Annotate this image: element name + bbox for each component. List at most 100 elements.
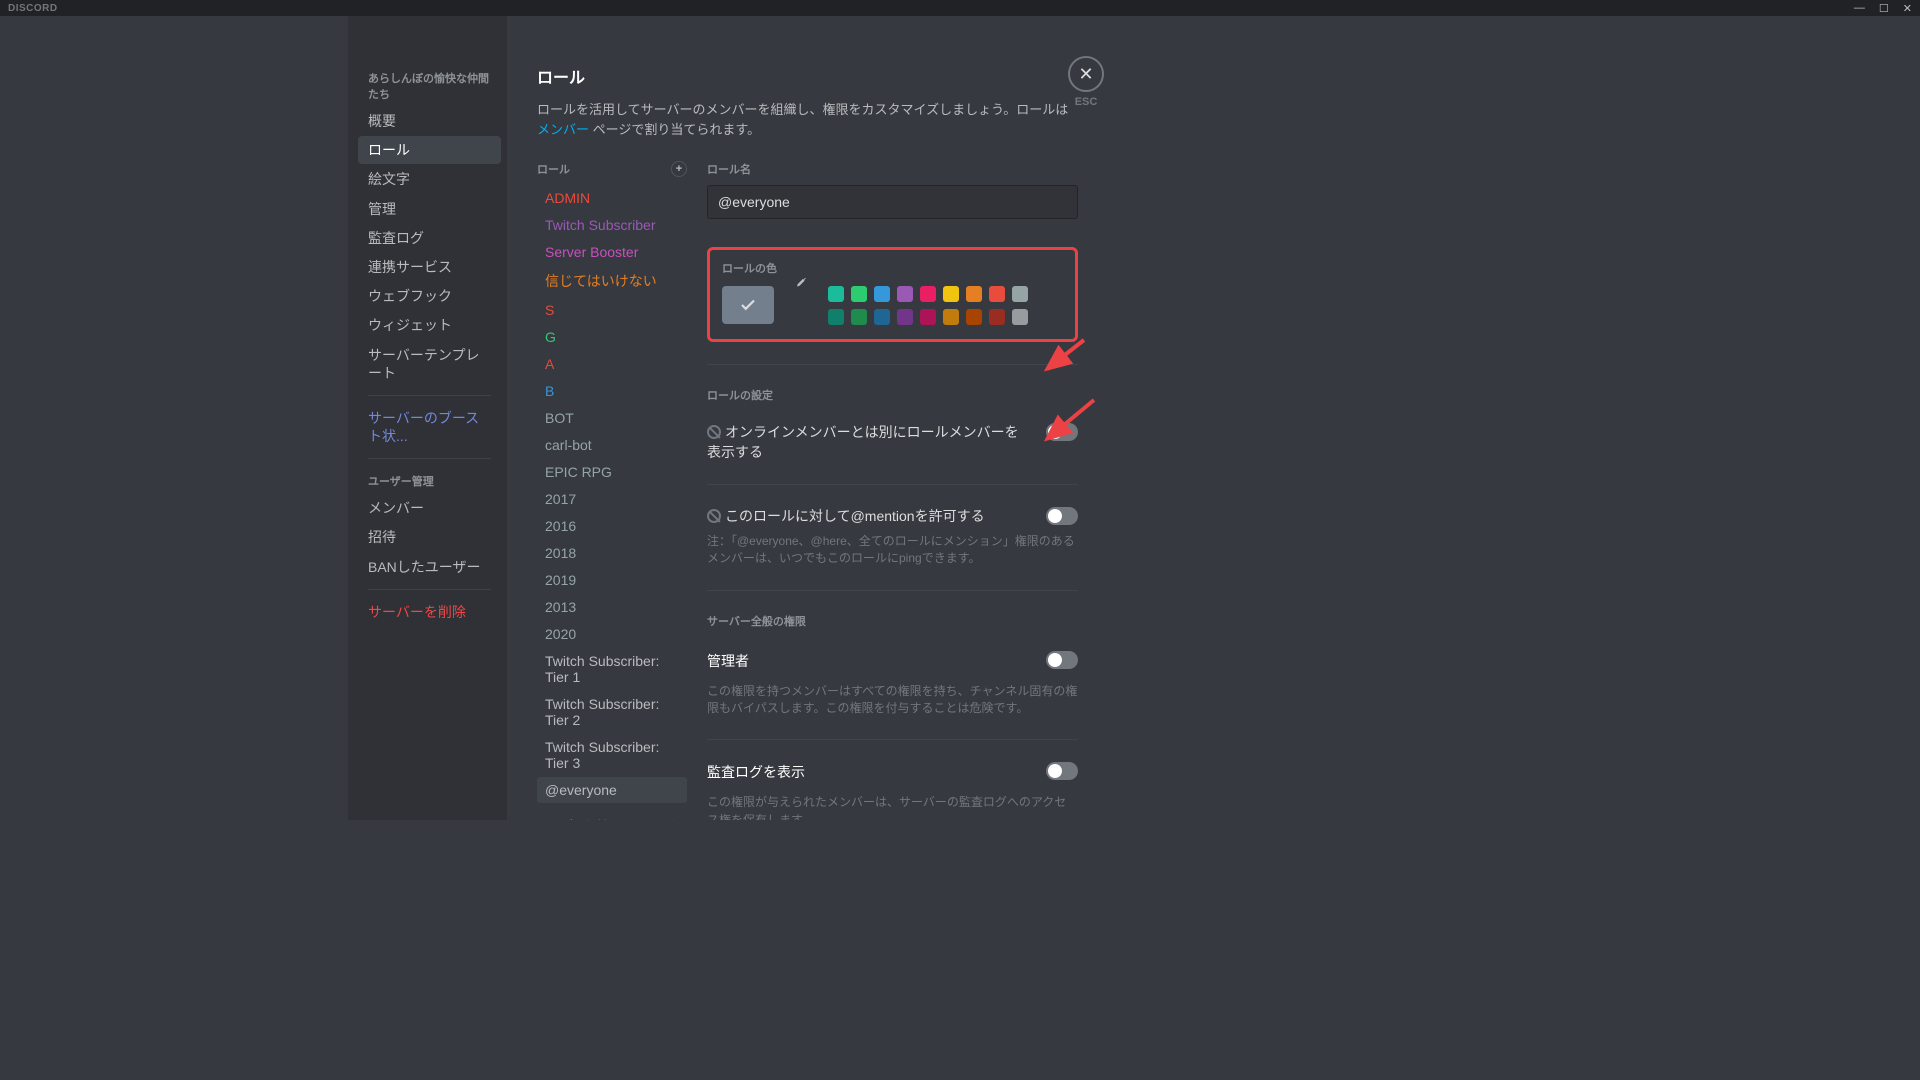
- titlebar: DISCORD — ☐ ✕: [0, 0, 1920, 16]
- role-item[interactable]: G: [537, 324, 687, 350]
- general-permissions-label: サーバー全般の権限: [707, 613, 1078, 629]
- role-item[interactable]: A: [537, 351, 687, 377]
- color-swatch[interactable]: [897, 286, 913, 302]
- allow-mention-toggle[interactable]: [1046, 507, 1078, 525]
- role-item[interactable]: 2019: [537, 567, 687, 593]
- sidebar-item-1[interactable]: ロール: [358, 136, 501, 164]
- sidebar-item-4[interactable]: 監査ログ: [358, 224, 501, 252]
- members-link[interactable]: メンバー: [537, 122, 589, 137]
- sidebar-user-item-2[interactable]: BANしたユーザー: [358, 553, 501, 581]
- page-description: ロールを活用してサーバーのメンバーを組織し、権限をカスタマイズしましょう。ロール…: [537, 100, 1078, 139]
- sidebar-item-7[interactable]: ウィジェット: [358, 311, 501, 339]
- role-name-label: ロール名: [707, 161, 1078, 177]
- add-role-button[interactable]: +: [671, 161, 687, 177]
- color-swatch[interactable]: [828, 286, 844, 302]
- permission-title: 管理者: [707, 651, 749, 671]
- display-separately-toggle[interactable]: [1046, 423, 1078, 441]
- color-swatch[interactable]: [828, 309, 844, 325]
- color-swatch[interactable]: [943, 309, 959, 325]
- role-item[interactable]: 2017: [537, 486, 687, 512]
- role-item[interactable]: ADMIN: [537, 185, 687, 211]
- server-name-header: あらしんぼの愉快な仲間たち: [358, 64, 501, 106]
- page-title: ロール: [537, 64, 1078, 88]
- sidebar-item-8[interactable]: サーバーテンプレート: [358, 341, 501, 387]
- current-color-swatch[interactable]: [722, 286, 774, 324]
- allow-mention-setting: このロールに対して@mentionを許可する: [707, 507, 1078, 527]
- color-swatch[interactable]: [1012, 286, 1028, 302]
- maximize-button[interactable]: ☐: [1879, 2, 1889, 15]
- role-list-header: ロール: [537, 161, 570, 177]
- permission-item: 監査ログを表示この権限が与えられたメンバーは、サーバーの監査ログへのアクセス権を…: [707, 762, 1078, 820]
- color-swatch[interactable]: [966, 286, 982, 302]
- color-swatch[interactable]: [989, 286, 1005, 302]
- disabled-icon: [707, 509, 721, 523]
- role-item[interactable]: B: [537, 378, 687, 404]
- close-window-button[interactable]: ✕: [1903, 2, 1912, 15]
- sidebar-item-6[interactable]: ウェブフック: [358, 282, 501, 310]
- role-order-note: メンバーには、このリストに割り当てられている最も高いロールの色が適用されます。ド…: [537, 817, 687, 820]
- permission-title: 監査ログを表示: [707, 762, 805, 782]
- close-icon: ✕: [1068, 56, 1104, 92]
- role-settings-label: ロールの設定: [707, 387, 1078, 403]
- role-item[interactable]: S: [537, 297, 687, 323]
- permission-toggle[interactable]: [1046, 651, 1078, 669]
- role-item[interactable]: @everyone: [537, 777, 687, 803]
- window-controls: — ☐ ✕: [1854, 2, 1912, 15]
- role-name-input[interactable]: [707, 185, 1078, 219]
- app-logo: DISCORD: [8, 3, 58, 14]
- sidebar-user-item-0[interactable]: メンバー: [358, 494, 501, 522]
- sidebar-item-5[interactable]: 連携サービス: [358, 253, 501, 281]
- color-swatch[interactable]: [897, 309, 913, 325]
- sidebar-separator: [368, 589, 491, 590]
- role-item[interactable]: 2016: [537, 513, 687, 539]
- color-swatch[interactable]: [851, 286, 867, 302]
- color-swatch[interactable]: [874, 309, 890, 325]
- display-separately-setting: オンラインメンバーとは別にロールメンバーを表示する: [707, 423, 1078, 462]
- permission-description: この権限が与えられたメンバーは、サーバーの監査ログへのアクセス権を保有します。: [707, 794, 1078, 820]
- role-item[interactable]: 2013: [537, 594, 687, 620]
- role-item[interactable]: Twitch Subscriber: Tier 3: [537, 734, 687, 776]
- role-item[interactable]: carl-bot: [537, 432, 687, 458]
- role-detail-column: ロール名 ロールの色 ロールの設: [707, 161, 1078, 820]
- role-item[interactable]: 2020: [537, 621, 687, 647]
- color-swatch[interactable]: [851, 309, 867, 325]
- permission-toggle[interactable]: [1046, 762, 1078, 780]
- permission-description: この権限を持つメンバーはすべての権限を持ち、チャンネル固有の権限もバイパスします…: [707, 683, 1078, 718]
- role-item[interactable]: 信じてはいけない: [537, 266, 687, 296]
- delete-server-button[interactable]: サーバーを削除: [358, 598, 501, 626]
- role-color-section-highlight: ロールの色: [707, 247, 1078, 342]
- permission-item: 管理者この権限を持つメンバーはすべての権限を持ち、チャンネル固有の権限もバイパス…: [707, 651, 1078, 741]
- role-item[interactable]: BOT: [537, 405, 687, 431]
- disabled-icon: [707, 425, 721, 439]
- sidebar-item-3[interactable]: 管理: [358, 195, 501, 223]
- sidebar-item-2[interactable]: 絵文字: [358, 165, 501, 193]
- role-item[interactable]: 2018: [537, 540, 687, 566]
- color-swatch[interactable]: [966, 309, 982, 325]
- settings-content: ロール ロールを活用してサーバーのメンバーを組織し、権限をカスタマイズしましょう…: [507, 16, 1108, 820]
- role-list-column: ロール + ADMINTwitch SubscriberServer Boost…: [537, 161, 687, 820]
- eyedropper-icon[interactable]: [792, 275, 808, 291]
- minimize-button[interactable]: —: [1854, 2, 1865, 15]
- sidebar-boost[interactable]: サーバーのブースト状...: [358, 404, 501, 450]
- color-swatch[interactable]: [920, 286, 936, 302]
- color-swatch[interactable]: [874, 286, 890, 302]
- esc-label: ESC: [1068, 96, 1104, 108]
- role-item[interactable]: Twitch Subscriber: Tier 2: [537, 691, 687, 733]
- color-swatch[interactable]: [943, 286, 959, 302]
- color-swatch[interactable]: [1012, 309, 1028, 325]
- sidebar-item-0[interactable]: 概要: [358, 107, 501, 135]
- role-item[interactable]: Twitch Subscriber: [537, 212, 687, 238]
- user-management-header: ユーザー管理: [358, 467, 501, 493]
- close-settings-button[interactable]: ✕ ESC: [1068, 56, 1104, 108]
- role-item[interactable]: Server Booster: [537, 239, 687, 265]
- sidebar-user-item-1[interactable]: 招待: [358, 523, 501, 551]
- role-item[interactable]: EPIC RPG: [537, 459, 687, 485]
- mention-note: 注：「@everyone、@here、全てのロールにメンション」権限のあるメンバ…: [707, 533, 1078, 568]
- role-color-label: ロールの色: [722, 260, 1063, 276]
- color-swatch[interactable]: [989, 309, 1005, 325]
- settings-sidebar: あらしんぼの愉快な仲間たち 概要ロール絵文字管理監査ログ連携サービスウェブフック…: [348, 16, 507, 820]
- check-icon: [739, 296, 757, 314]
- sidebar-separator: [368, 458, 491, 459]
- color-swatch[interactable]: [920, 309, 936, 325]
- role-item[interactable]: Twitch Subscriber: Tier 1: [537, 648, 687, 690]
